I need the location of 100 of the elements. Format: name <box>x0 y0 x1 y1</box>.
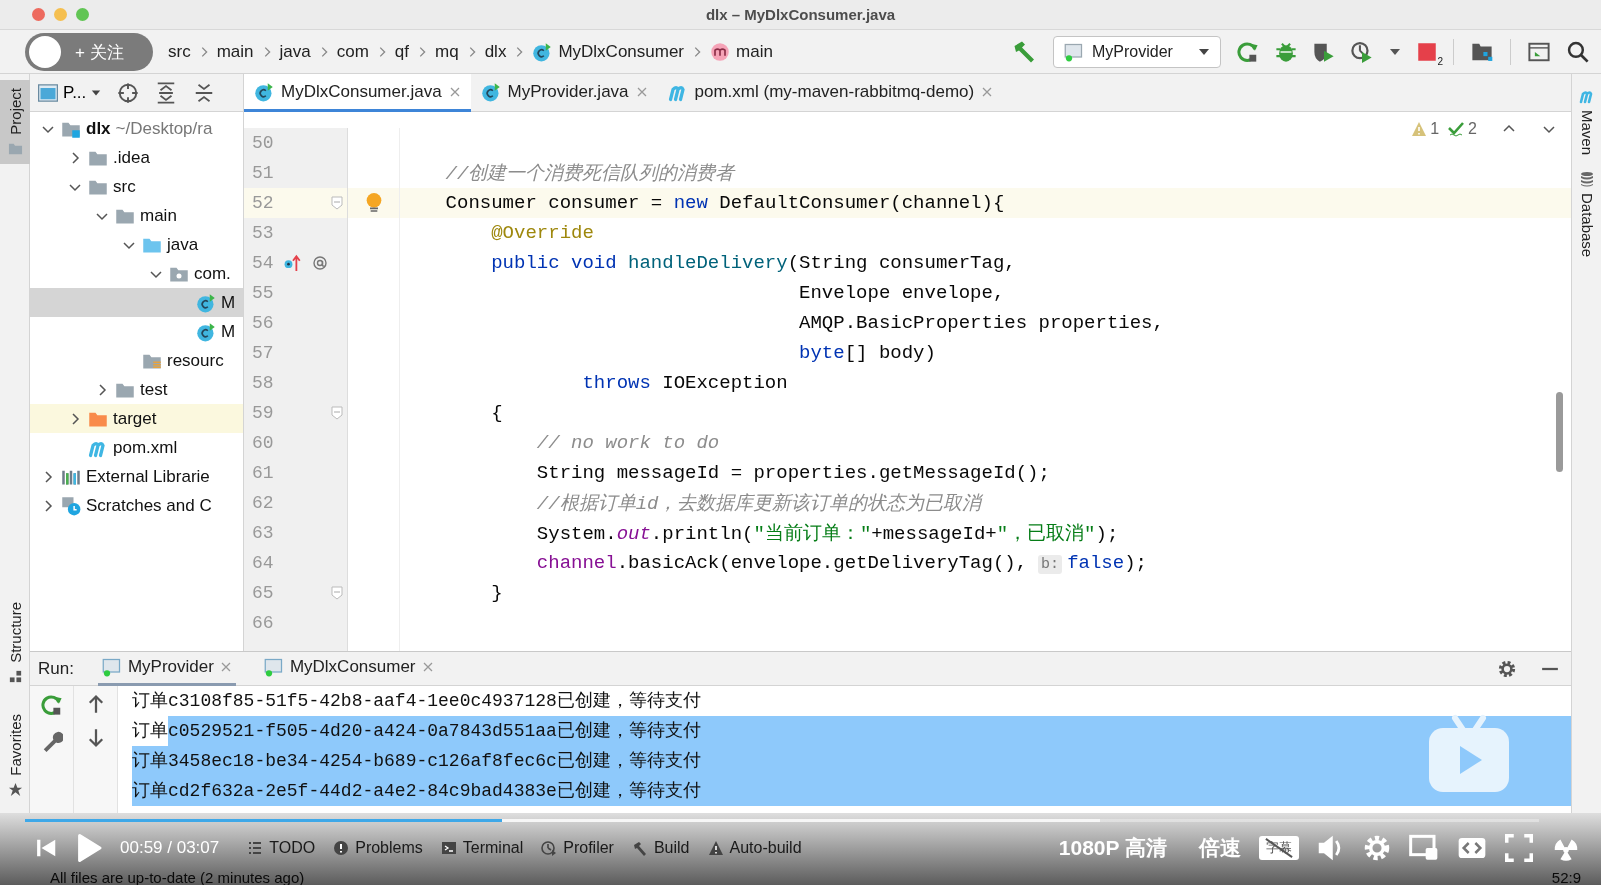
check-icon <box>1447 121 1466 137</box>
warning-count[interactable]: 1 <box>1411 120 1440 138</box>
tool-window-button[interactable]: Problems <box>333 839 423 858</box>
line-number: 65 <box>252 583 274 603</box>
tool-window-button[interactable]: Auto-build <box>707 839 802 858</box>
run-configuration-dropdown[interactable]: MyProvider <box>1053 35 1221 68</box>
structure-icon <box>7 669 23 685</box>
editor-tab[interactable]: pom.xml (my-maven-rabbitmq-demo) <box>657 74 1004 112</box>
code-line: public void handleDelivery(String consumerTag, <box>490 252 1016 274</box>
code-line: AMQP.BasicProperties properties, <box>798 312 1164 334</box>
tree-item[interactable]: java <box>167 234 199 255</box>
tree-item[interactable]: main <box>140 205 177 226</box>
code-line: // no work to do <box>535 432 720 454</box>
editor-tab[interactable]: MyProvider.java <box>470 74 658 112</box>
rerun-icon[interactable] <box>40 694 63 716</box>
line-number: 52 <box>252 193 274 213</box>
code-line: //根据订单id，去数据库更新该订单的状态为已取消 <box>535 492 982 516</box>
breadcrumb[interactable]: main <box>216 41 254 62</box>
class-icon <box>196 292 216 313</box>
breadcrumb[interactable]: java <box>279 41 311 62</box>
close-window-button[interactable] <box>32 8 45 21</box>
line-number: 61 <box>252 463 274 483</box>
bug-icon[interactable] <box>1275 40 1297 63</box>
close-icon[interactable] <box>635 85 648 98</box>
tool-window-tab[interactable]: Maven <box>1572 80 1601 164</box>
console-line: 订单cd2f632a-2e5f-44d2-a4e2-84c9bad4383e已创建，等待支付 <box>132 776 1571 806</box>
follow-button[interactable]: + 关注 <box>25 33 153 71</box>
tool-window-tab[interactable]: Database <box>1572 163 1601 266</box>
terminal-icon <box>440 840 457 857</box>
tool-window-tab[interactable]: Structure <box>0 594 30 693</box>
tree-item[interactable]: .idea <box>113 147 150 168</box>
tree-item[interactable]: dlx <box>86 118 111 139</box>
locate-icon[interactable] <box>117 81 140 104</box>
line-number: 58 <box>252 373 274 393</box>
tool-window-tab[interactable]: Favorites <box>0 706 30 805</box>
play-icon[interactable] <box>76 834 102 863</box>
tool-window-button[interactable]: Terminal <box>440 839 524 858</box>
profiler-icon[interactable] <box>1351 40 1373 63</box>
breadcrumb[interactable]: com <box>336 41 369 62</box>
tool-window-tab[interactable]: Project <box>0 80 30 164</box>
database-icon <box>1579 171 1595 188</box>
breadcrumb[interactable]: dlx <box>484 41 507 62</box>
close-icon[interactable] <box>448 85 461 98</box>
list-icon <box>247 840 264 857</box>
rerun-icon[interactable] <box>1237 40 1259 63</box>
breadcrumb[interactable]: MyDlxConsumer <box>558 41 685 62</box>
code-line: { <box>490 402 503 424</box>
run-tab[interactable]: MyProvider <box>97 651 236 686</box>
line-number: 59 <box>252 403 274 423</box>
class-icon <box>532 41 553 62</box>
view-selector[interactable]: P... <box>38 82 102 103</box>
breadcrumb[interactable]: qf <box>394 41 410 62</box>
picture-in-picture-icon[interactable] <box>1409 834 1439 863</box>
breadcrumb[interactable]: main <box>736 41 773 62</box>
tree-item[interactable]: resourc <box>167 350 224 371</box>
tool-window-button[interactable]: Build <box>631 839 690 858</box>
class-icon <box>254 81 274 102</box>
settings-icon[interactable] <box>1363 834 1391 863</box>
code-line: throws IOException <box>581 372 788 394</box>
at-sign-icon[interactable] <box>311 255 328 271</box>
close-icon[interactable] <box>219 661 232 673</box>
scrollbar-thumb[interactable] <box>1556 392 1563 472</box>
fullscreen-icon[interactable] <box>1505 834 1533 863</box>
check-count[interactable]: 2 <box>1447 120 1477 138</box>
caret-position[interactable]: 52:9 <box>1551 868 1581 885</box>
search-icon[interactable] <box>1567 40 1589 63</box>
tree-item[interactable]: com. <box>194 263 231 284</box>
line-number: 66 <box>252 613 274 633</box>
tree-item[interactable]: M <box>221 292 236 313</box>
breadcrumb[interactable]: src <box>168 41 191 62</box>
hammer-icon[interactable] <box>1013 39 1037 64</box>
maven-icon <box>1579 88 1595 104</box>
panel-label: Run: <box>38 658 74 679</box>
tree-item[interactable]: M <box>221 321 236 342</box>
breadcrumb[interactable]: mq <box>435 41 459 62</box>
tree-item[interactable]: External Librarie <box>86 466 210 487</box>
tree-item[interactable]: src <box>113 176 136 197</box>
window-icon[interactable] <box>1527 40 1551 63</box>
code-line: //创建一个消费死信队列的消费者 <box>444 162 735 186</box>
tree-item[interactable]: test <box>140 379 168 400</box>
stop-icon <box>1417 41 1437 62</box>
run-configuration-icon <box>1064 41 1084 62</box>
class-icon <box>196 321 216 342</box>
line-number: 54 <box>252 253 274 273</box>
close-icon[interactable] <box>981 85 994 98</box>
tree-item[interactable]: target <box>113 408 157 429</box>
tool-window-button[interactable]: TODO <box>247 839 316 858</box>
class-icon <box>480 81 501 102</box>
panel-icon <box>38 83 58 102</box>
code-line: byte[] body) <box>798 342 936 364</box>
tree-item[interactable]: pom.xml <box>113 437 178 458</box>
run-tab[interactable]: MyDlxConsumer <box>259 651 438 686</box>
tool-window-button[interactable]: Profiler <box>541 839 614 858</box>
close-icon[interactable] <box>421 661 434 673</box>
lightbulb-icon[interactable] <box>365 192 382 214</box>
tree-item[interactable]: Scratches and C <box>86 495 212 516</box>
status-message: All files are up-to-date (2 minutes ago) <box>50 868 305 885</box>
editor-tab[interactable]: MyDlxConsumer.java <box>244 74 471 112</box>
override-icon[interactable] <box>283 254 302 272</box>
settings-icon[interactable] <box>1497 658 1517 679</box>
